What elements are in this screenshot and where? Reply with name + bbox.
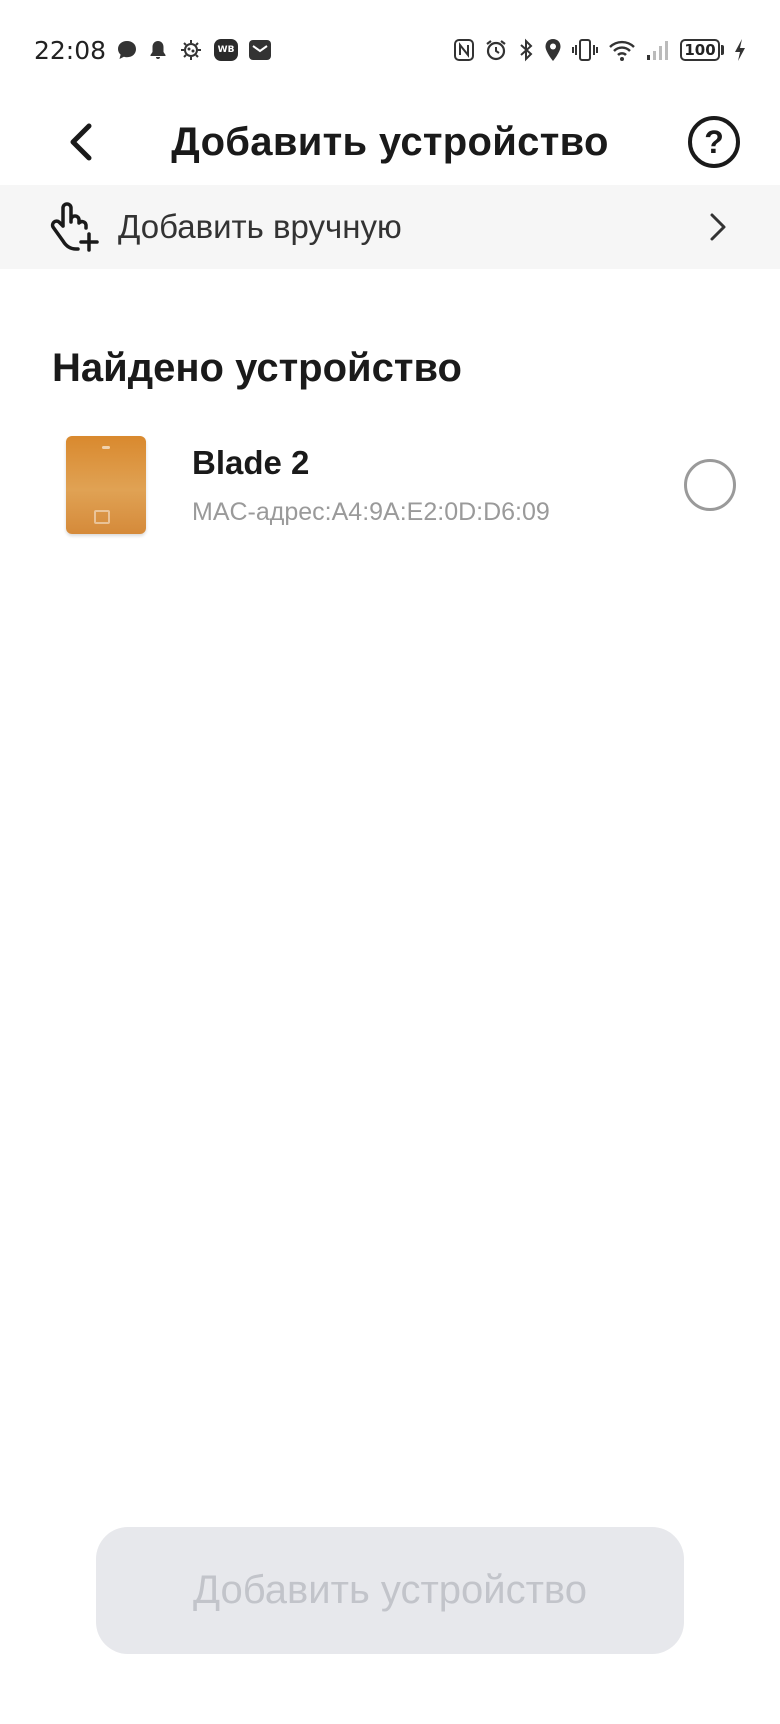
device-select-radio[interactable]	[684, 459, 736, 511]
add-manually-label: Добавить вручную	[118, 208, 402, 245]
device-logo-mark	[102, 446, 110, 449]
help-icon: ?	[704, 123, 724, 160]
alarm-icon	[484, 36, 508, 64]
page-title: Добавить устройство	[171, 119, 609, 164]
device-list-item[interactable]: Blade 2 MAC-адрес:A4:9A:E2:0D:D6:09	[0, 430, 780, 540]
chevron-left-icon	[70, 123, 92, 161]
wb-badge-label: WB	[214, 39, 239, 61]
battery-level: 100	[680, 39, 720, 61]
virus-icon	[178, 36, 204, 64]
bell-icon	[148, 36, 168, 64]
device-emblem	[94, 510, 110, 524]
device-thumbnail	[66, 436, 146, 534]
location-icon	[544, 36, 562, 64]
wb-badge-icon: WB	[214, 36, 239, 64]
vibrate-icon	[572, 36, 598, 64]
add-device-screen: 22:08 WB 100 Добавить устройство ? Добав…	[0, 0, 780, 1724]
found-device-heading: Найдено устройство	[52, 346, 462, 390]
wifi-icon	[608, 36, 636, 64]
status-time: 22:08	[34, 35, 107, 65]
app-header: Добавить устройство ?	[0, 100, 780, 184]
battery-icon: 100	[680, 39, 724, 61]
signal-icon	[646, 36, 670, 64]
back-button[interactable]	[52, 114, 108, 170]
help-button[interactable]: ?	[688, 116, 740, 168]
status-right: 100	[454, 36, 746, 64]
status-bar: 22:08 WB 100	[0, 0, 780, 100]
device-info: Blade 2 MAC-адрес:A4:9A:E2:0D:D6:09	[192, 444, 684, 527]
chevron-right-icon	[704, 209, 732, 245]
hand-pointer-plus-icon	[48, 199, 102, 255]
bluetooth-icon	[518, 36, 534, 64]
add-device-button[interactable]: Добавить устройство	[96, 1527, 684, 1654]
battery-tip	[721, 45, 724, 55]
nfc-icon	[454, 36, 474, 64]
charging-icon	[734, 36, 746, 64]
status-left: 22:08 WB	[34, 36, 272, 65]
add-manually-row[interactable]: Добавить вручную	[0, 185, 780, 269]
mail-icon	[248, 36, 272, 64]
device-mac-address: MAC-адрес:A4:9A:E2:0D:D6:09	[192, 497, 550, 526]
message-icon	[116, 36, 138, 64]
device-name: Blade 2	[192, 443, 310, 481]
